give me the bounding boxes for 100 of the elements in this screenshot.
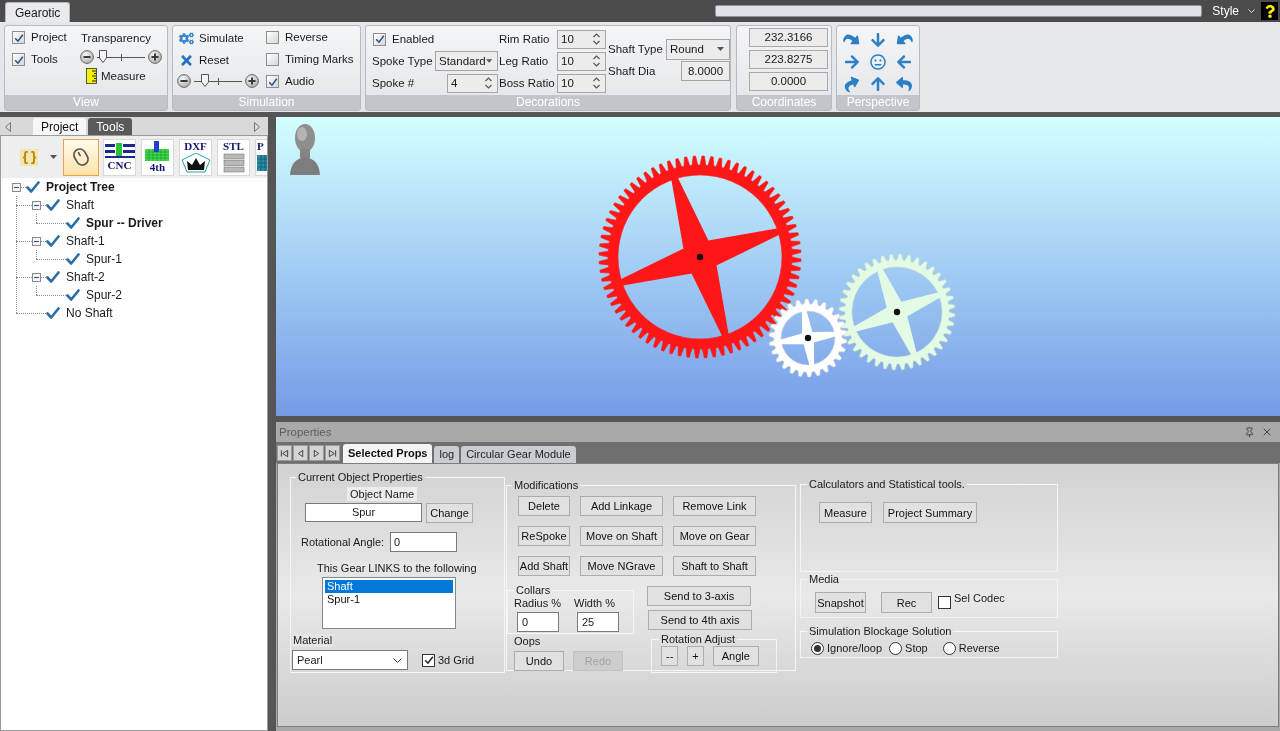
collapse-icon[interactable]	[32, 200, 41, 210]
spin-arrows-icon[interactable]	[592, 54, 601, 68]
spin-arrows-icon[interactable]	[484, 76, 493, 90]
spin-field[interactable]: 10	[557, 73, 606, 93]
tree-item[interactable]: Spur-1	[86, 252, 123, 266]
spin-field[interactable]: 10	[557, 29, 606, 49]
action-button[interactable]: Delete	[518, 496, 570, 516]
left-arrow-icon[interactable]	[896, 54, 912, 70]
app-tab[interactable]: Gearotic	[5, 2, 71, 22]
bust-icon[interactable]	[290, 124, 320, 175]
slider-thumb[interactable]	[201, 74, 210, 87]
transparency-slider[interactable]	[97, 50, 145, 64]
spin-arrows-icon[interactable]	[592, 76, 601, 90]
chevron-down-icon[interactable]	[1248, 9, 1255, 13]
checkbox[interactable]	[373, 32, 386, 46]
simulate-button[interactable]: Simulate	[179, 31, 266, 45]
panel-tab[interactable]: Tools	[88, 118, 133, 135]
tab-scroll-button[interactable]	[309, 445, 324, 461]
spin-field[interactable]: 4	[447, 73, 498, 93]
collapse-icon[interactable]	[32, 236, 41, 246]
minus-icon[interactable]	[177, 74, 191, 88]
reset-button[interactable]: Reset	[179, 53, 266, 67]
down-arrow-icon[interactable]	[870, 32, 886, 48]
tool-button[interactable]: 4th	[141, 138, 174, 176]
tree-item[interactable]: Spur -- Driver	[86, 216, 163, 230]
angle-field[interactable]: 0	[390, 532, 457, 552]
spin-field[interactable]: 10	[557, 51, 606, 71]
pin-icon[interactable]	[1244, 426, 1255, 438]
radio-button[interactable]	[889, 642, 903, 655]
list-item[interactable]: Shaft	[325, 580, 453, 593]
spin-arrows-icon[interactable]	[592, 32, 601, 46]
radio-button[interactable]	[811, 642, 824, 655]
tab-scroll-button[interactable]	[325, 445, 340, 461]
action-button[interactable]: --	[661, 646, 679, 666]
action-button[interactable]: Send to 3-axis	[647, 586, 751, 606]
check-icon[interactable]	[66, 252, 80, 266]
check-icon[interactable]	[46, 198, 60, 212]
action-button[interactable]: ReSpoke	[518, 526, 570, 546]
measure-button[interactable]: Measure	[86, 68, 162, 84]
dropdown[interactable]: Standard	[435, 51, 498, 71]
action-button[interactable]: Snapshot	[815, 592, 866, 613]
tool-button[interactable]: CNC	[103, 138, 136, 176]
dropdown[interactable]: Round	[666, 38, 730, 60]
tool-button[interactable]	[63, 138, 99, 176]
speed-slider[interactable]	[194, 74, 242, 88]
checkbox[interactable]	[266, 31, 279, 44]
action-button[interactable]: Move on Gear	[673, 526, 756, 546]
scroll-left-icon[interactable]	[5, 122, 11, 132]
list-item[interactable]: Spur-1	[325, 593, 453, 606]
check-icon[interactable]	[66, 288, 80, 302]
scroll-right-icon[interactable]	[254, 122, 260, 132]
action-button[interactable]: +	[687, 646, 704, 666]
checkbox[interactable]	[12, 31, 25, 44]
number-field[interactable]: 25	[577, 612, 619, 632]
check-icon[interactable]	[66, 216, 80, 230]
coordinate-field[interactable]: 223.8275	[749, 50, 828, 69]
action-button[interactable]: Project Summary	[882, 502, 978, 523]
action-button[interactable]: Add Shaft	[518, 556, 570, 576]
tree-item[interactable]: No Shaft	[66, 306, 113, 320]
action-button[interactable]: Angle	[712, 646, 759, 666]
caret-icon[interactable]	[50, 155, 57, 159]
check-icon[interactable]	[46, 270, 60, 284]
properties-tab[interactable]: Circular Gear Module	[461, 446, 576, 463]
tab-scroll-button[interactable]	[293, 445, 308, 461]
action-button[interactable]: Shaft to Shaft	[673, 556, 756, 576]
collapse-icon[interactable]	[32, 272, 41, 282]
coordinate-field[interactable]: 0.0000	[749, 72, 828, 91]
face-icon[interactable]	[870, 54, 886, 70]
tool-button[interactable]: DXF	[179, 138, 212, 176]
action-button[interactable]: Measure	[819, 502, 872, 523]
tree-item[interactable]: Shaft	[66, 198, 95, 212]
close-icon[interactable]	[1261, 426, 1273, 438]
text-field[interactable]: 8.0000	[681, 61, 730, 81]
action-button[interactable]: Add Linkage	[580, 496, 663, 516]
action-button[interactable]: Remove Link	[673, 496, 756, 516]
action-button[interactable]: Rec	[881, 592, 932, 613]
checkbox[interactable]	[266, 53, 279, 66]
up-arrow-icon[interactable]	[870, 76, 886, 92]
check-icon[interactable]	[46, 234, 60, 248]
slider-thumb[interactable]	[99, 50, 107, 63]
tab-scroll-button[interactable]	[277, 445, 292, 461]
properties-tab[interactable]: log	[434, 446, 460, 463]
radio-button[interactable]	[942, 642, 956, 655]
right-arrow-icon[interactable]	[844, 54, 860, 70]
properties-tab[interactable]: Selected Props	[343, 444, 433, 463]
tree-item[interactable]: Shaft-1	[66, 234, 105, 248]
action-button[interactable]: Move on Shaft	[580, 526, 663, 546]
tool-button[interactable]: STL	[217, 138, 250, 176]
plus-icon[interactable]	[245, 74, 259, 88]
checkbox[interactable]	[938, 596, 951, 609]
checkbox[interactable]	[266, 75, 279, 88]
check-icon[interactable]	[46, 306, 60, 320]
action-button[interactable]: Send to 4th axis	[648, 610, 752, 630]
tree-item[interactable]: Shaft-2	[66, 270, 105, 284]
action-button[interactable]: Move NGrave	[580, 556, 663, 576]
coordinate-field[interactable]: 232.3166	[749, 28, 828, 47]
curved-arrow-icon[interactable]	[896, 76, 912, 92]
minus-icon[interactable]	[80, 50, 94, 64]
tree-item[interactable]: Project Tree	[46, 180, 115, 194]
text-field[interactable]	[715, 5, 1203, 17]
